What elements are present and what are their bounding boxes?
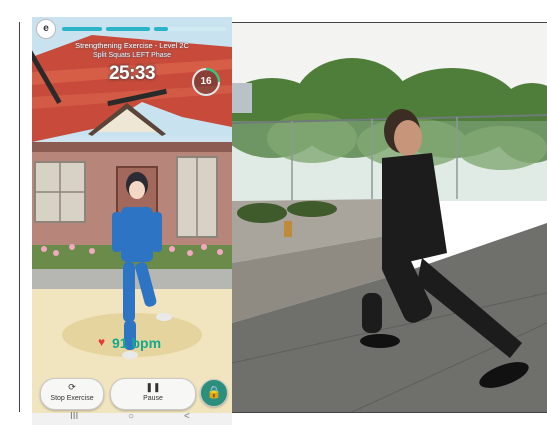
column-rule-left <box>19 22 20 412</box>
recents-icon[interactable]: III <box>70 411 78 422</box>
progress-fill-1 <box>62 27 102 31</box>
stop-exercise-button[interactable]: ⟳ Stop Exercise <box>40 378 104 410</box>
heart-rate: 91 bpm <box>112 335 162 351</box>
refresh-icon: ⟳ <box>68 382 76 392</box>
progress-segment-3 <box>154 27 226 31</box>
system-nav-bar: III ○ < <box>32 411 232 425</box>
progress-fill-2 <box>106 27 150 31</box>
photo-border-bottom <box>232 412 547 413</box>
rep-count: 16 <box>200 76 212 87</box>
pause-icon: ❚❚ <box>145 382 161 392</box>
stop-exercise-label: Stop Exercise <box>50 395 94 402</box>
progress-fill-3 <box>154 27 169 31</box>
lock-button[interactable]: 🔒 <box>200 379 228 407</box>
pause-button[interactable]: ❚❚ Pause <box>110 378 196 410</box>
home-icon[interactable]: ○ <box>128 411 134 422</box>
pause-label: Pause <box>143 395 163 402</box>
exercise-phase: Split Squats LEFT Phase <box>92 52 172 59</box>
back-icon[interactable]: < <box>184 411 190 422</box>
exercise-title: Strengthening Exercise - Level 2C <box>75 41 189 50</box>
progress-segment-1 <box>62 27 102 31</box>
exercise-timer: 25:33 <box>108 63 156 84</box>
heart-icon: ♥ <box>98 335 106 349</box>
photo-illustration <box>232 23 547 412</box>
lock-icon: 🔒 <box>206 385 222 399</box>
photo-man-split-squat <box>232 23 547 412</box>
progress-header <box>32 17 232 39</box>
progress-segment-2 <box>106 27 150 31</box>
profile-avatar[interactable]: e <box>36 19 56 39</box>
phone-screen: e Strengthening Exercise - Level 2C Spli… <box>32 17 232 425</box>
